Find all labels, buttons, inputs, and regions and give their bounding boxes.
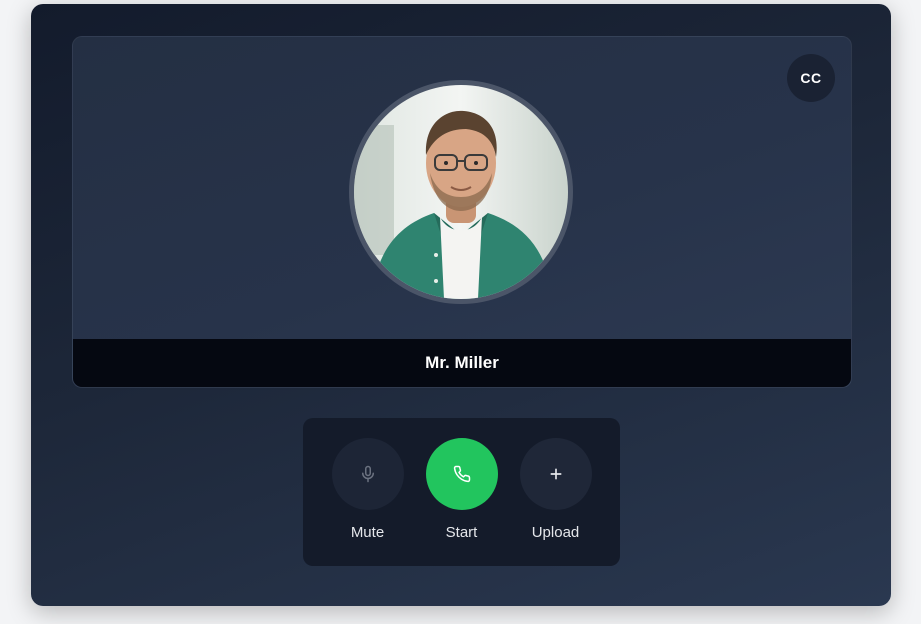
caller-name-bar: Mr. Miller [73,339,851,387]
mute-control: Mute [331,438,404,566]
microphone-icon [361,465,374,483]
start-call-button[interactable] [425,438,498,510]
mute-button[interactable] [331,438,404,510]
captions-button[interactable]: CC [787,54,835,102]
video-panel: CC Mr. Miller [72,36,852,388]
upload-button[interactable] [519,438,592,510]
start-control: Start [425,438,498,566]
avatar [354,85,568,299]
upload-label: Upload [531,524,580,541]
call-controls: Mute Start Upload [303,418,620,566]
mute-label: Mute [350,524,385,541]
start-label: Start [445,524,478,541]
caller-name: Mr. Miller [425,353,499,372]
call-card: CC Mr. Miller Mute Start Upload [31,4,891,606]
upload-control: Upload [519,438,592,566]
plus-icon [550,468,561,480]
phone-icon [453,465,470,483]
avatar-frame [349,80,573,304]
